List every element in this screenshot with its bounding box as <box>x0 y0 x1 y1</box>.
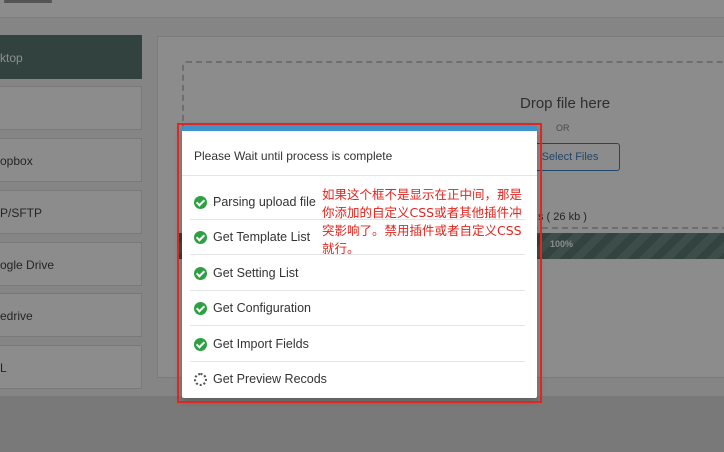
annotation-frame <box>177 123 542 403</box>
annotation-note: 如果这个框不是显示在正中间，那是你添加的自定义CSS或者其他插件冲突影响了。禁用… <box>322 187 523 256</box>
